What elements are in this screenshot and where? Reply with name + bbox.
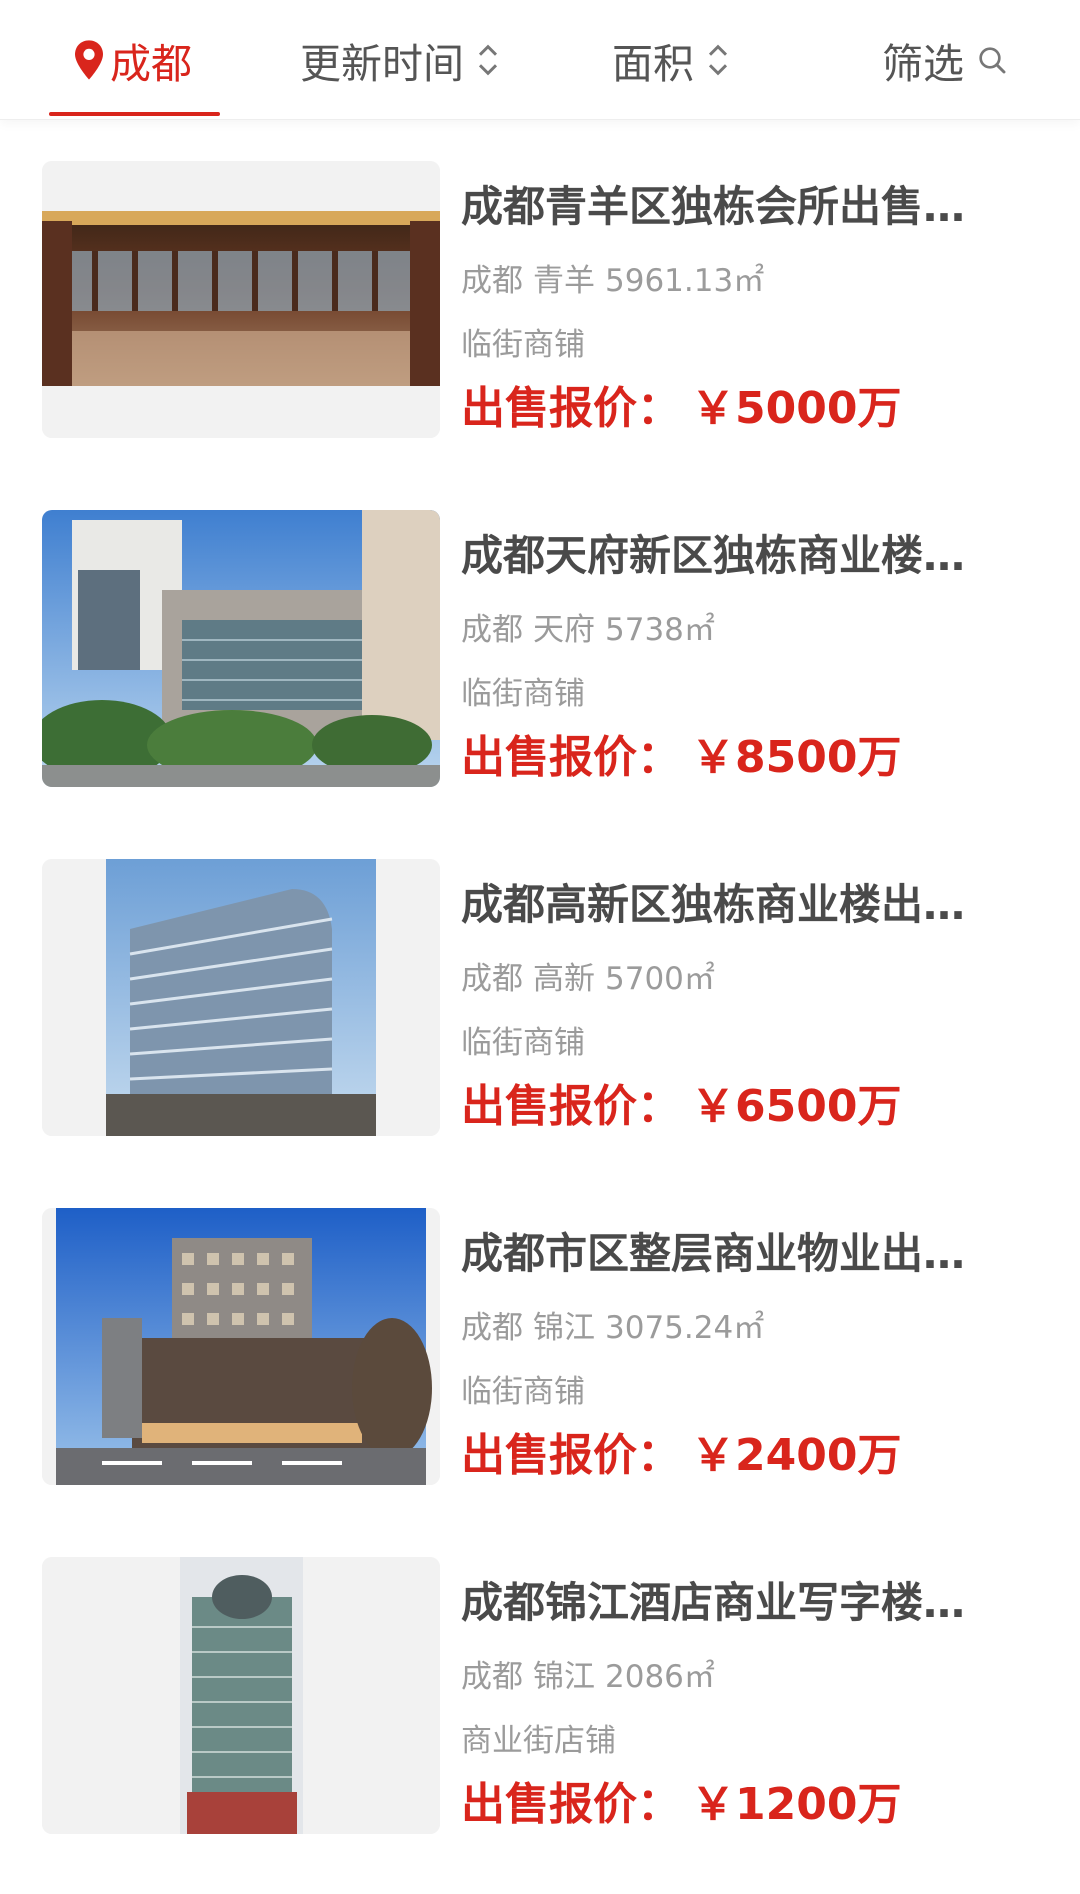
location-pin-icon xyxy=(75,40,103,80)
listing-meta: 成都 锦江 2086㎡ xyxy=(461,1657,715,1697)
screen-filter-label: 筛选 xyxy=(882,40,964,88)
listing-area: 5700㎡ xyxy=(605,961,715,997)
listing-district: 锦江 xyxy=(533,1310,595,1346)
listing-type: 临街商铺 xyxy=(461,1025,585,1061)
listing-district: 青羊 xyxy=(533,263,595,299)
listing-type: 临街商铺 xyxy=(461,327,585,363)
listing-district: 锦江 xyxy=(533,1659,595,1695)
price-label: 出售报价： xyxy=(461,1779,681,1830)
glass-building-image xyxy=(42,859,440,1136)
listing-card[interactable]: 成都高新区独栋商业楼出… 成都 高新 5700㎡ 临街商铺 出售报价： ￥6500万 xyxy=(0,859,1080,1139)
price-label: 出售报价： xyxy=(461,1430,681,1481)
listing-title[interactable]: 成都高新区独栋商业楼出… xyxy=(461,877,1006,933)
listing-area: 5738㎡ xyxy=(605,612,715,648)
listing-card[interactable]: 成都天府新区独栋商业楼… 成都 天府 5738㎡ 临街商铺 出售报价： ￥8500万 xyxy=(0,510,1080,790)
price-value: ￥2400万 xyxy=(691,1430,902,1481)
listing-card[interactable]: 成都市区整层商业物业出… 成都 锦江 3075.24㎡ 临街商铺 出售报价： ￥240… xyxy=(0,1208,1080,1488)
price-value: ￥8500万 xyxy=(691,732,902,783)
price-label: 出售报价： xyxy=(461,732,681,783)
listing-meta: 成都 锦江 3075.24㎡ xyxy=(461,1308,764,1348)
listing-meta: 成都 青羊 5961.13㎡ xyxy=(461,261,764,301)
listing-price: 出售报价： ￥8500万 xyxy=(461,728,901,788)
listing-city: 成都 xyxy=(461,263,523,299)
listing-city: 成都 xyxy=(461,961,523,997)
sort-by-area[interactable]: 面积 xyxy=(612,32,732,88)
listing-image xyxy=(42,1557,440,1834)
tower-image xyxy=(42,1557,440,1834)
building-street-image xyxy=(42,510,440,787)
listing-price: 出售报价： ￥1200万 xyxy=(461,1775,901,1835)
listing-card[interactable]: 成都锦江酒店商业写字楼… 成都 锦江 2086㎡ 商业街店铺 出售报价： ￥1200万 xyxy=(0,1557,1080,1837)
filter-bar: 成都 更新时间 面积 筛选 xyxy=(0,0,1080,120)
update-time-label: 更新时间 xyxy=(300,40,464,88)
price-label: 出售报价： xyxy=(461,383,681,434)
listing-area: 2086㎡ xyxy=(605,1659,715,1695)
active-tab-indicator xyxy=(49,112,220,116)
listing-meta: 成都 高新 5700㎡ xyxy=(461,959,715,999)
listing-title[interactable]: 成都天府新区独栋商业楼… xyxy=(461,528,1006,584)
listing-image xyxy=(42,1208,440,1485)
listing-title[interactable]: 成都青羊区独栋会所出售… xyxy=(461,179,1006,235)
listing-image xyxy=(42,161,440,438)
listing-image xyxy=(42,510,440,787)
listing-price: 出售报价： ￥2400万 xyxy=(461,1426,901,1486)
listing-city: 成都 xyxy=(461,1659,523,1695)
listing-area: 3075.24㎡ xyxy=(605,1310,765,1346)
hall-interior-image xyxy=(42,161,440,438)
price-label: 出售报价： xyxy=(461,1081,681,1132)
listing-image xyxy=(42,859,440,1136)
listing-type: 临街商铺 xyxy=(461,676,585,712)
listing-meta: 成都 天府 5738㎡ xyxy=(461,610,715,650)
listing-district: 天府 xyxy=(533,612,595,648)
listing-price: 出售报价： ￥6500万 xyxy=(461,1077,901,1137)
search-icon xyxy=(979,47,1006,74)
sort-arrows-icon xyxy=(708,44,728,76)
area-label: 面积 xyxy=(612,40,694,88)
city-filter-label: 成都 xyxy=(110,40,192,88)
listing-city: 成都 xyxy=(461,1310,523,1346)
listing-area: 5961.13㎡ xyxy=(605,263,765,299)
sort-by-update-time[interactable]: 更新时间 xyxy=(300,32,502,88)
price-value: ￥1200万 xyxy=(691,1779,902,1830)
listing-title[interactable]: 成都市区整层商业物业出… xyxy=(461,1226,1006,1282)
listing-type: 临街商铺 xyxy=(461,1374,585,1410)
price-value: ￥5000万 xyxy=(691,383,902,434)
listing-district: 高新 xyxy=(533,961,595,997)
price-value: ￥6500万 xyxy=(691,1081,902,1132)
corner-building-image xyxy=(42,1208,440,1485)
screen-filter[interactable]: 筛选 xyxy=(882,32,1008,88)
listing-city: 成都 xyxy=(461,612,523,648)
listing-title[interactable]: 成都锦江酒店商业写字楼… xyxy=(461,1575,1006,1631)
listing-card[interactable]: 成都青羊区独栋会所出售… 成都 青羊 5961.13㎡ 临街商铺 出售报价： ￥500… xyxy=(0,161,1080,441)
listing-type: 商业街店铺 xyxy=(461,1723,616,1759)
city-filter[interactable]: 成都 xyxy=(72,32,192,88)
listing-price: 出售报价： ￥5000万 xyxy=(461,379,901,439)
sort-arrows-icon xyxy=(478,44,498,76)
